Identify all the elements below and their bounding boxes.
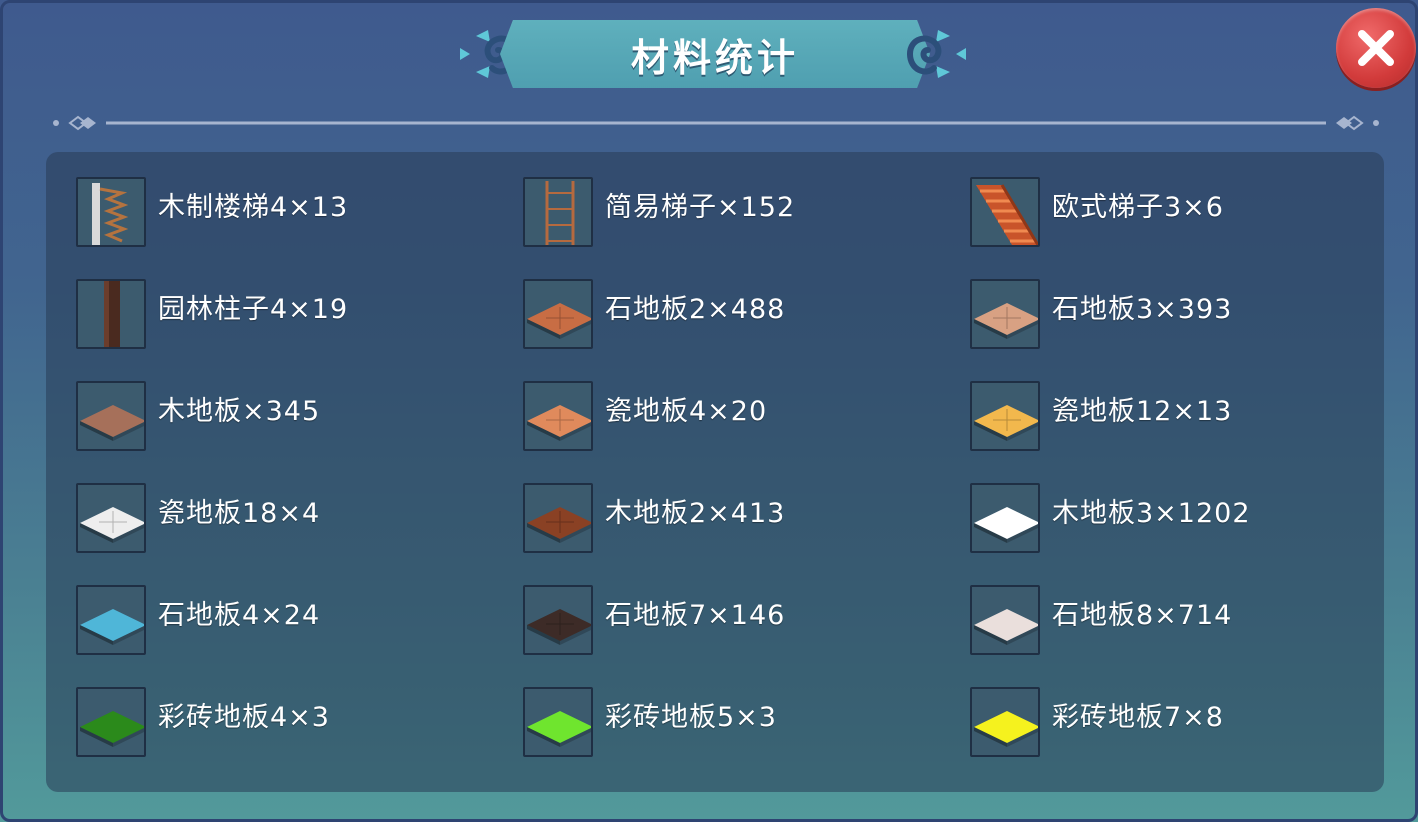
floor-tile-icon [970, 381, 1040, 451]
material-label: 石地板3×393 [1052, 294, 1233, 325]
floor-tile-icon [970, 483, 1040, 553]
floor-tile-icon [523, 585, 593, 655]
material-item: 瓷地板12×13 [970, 381, 1410, 483]
floor-tile-icon [523, 279, 593, 349]
material-item: 石地板8×714 [970, 585, 1410, 687]
materials-grid: 木制楼梯4×13 简易梯子×152 欧式梯子3×6 园林柱子4×19 石地板2×488 石… [76, 177, 1410, 789]
floor-tile-icon [970, 687, 1040, 757]
material-item: 园林柱子4×19 [76, 279, 523, 381]
floor-tile-icon [523, 687, 593, 757]
material-label: 木地板3×1202 [1052, 498, 1251, 529]
dialog-title: 材料统计 [630, 35, 799, 80]
title-banner: 材料统计 [500, 20, 930, 88]
material-label: 彩砖地板4×3 [158, 702, 330, 733]
floor-tile-icon [970, 279, 1040, 349]
material-item: 简易梯子×152 [523, 177, 970, 279]
material-item: 木地板2×413 [523, 483, 970, 585]
header-divider [53, 115, 1379, 131]
material-label: 瓷地板4×20 [605, 396, 768, 427]
material-item: 石地板3×393 [970, 279, 1410, 381]
material-label: 木地板×345 [158, 396, 321, 427]
material-item: 石地板7×146 [523, 585, 970, 687]
floor-tile-icon [76, 381, 146, 451]
material-item: 石地板4×24 [76, 585, 523, 687]
material-label: 彩砖地板5×3 [605, 702, 777, 733]
material-item: 木地板3×1202 [970, 483, 1410, 585]
material-item: 木地板×345 [76, 381, 523, 483]
material-item: 彩砖地板4×3 [76, 687, 523, 789]
floor-tile-icon [76, 483, 146, 553]
ladder-icon [523, 177, 593, 247]
material-label: 瓷地板12×13 [1052, 396, 1233, 427]
material-item: 欧式梯子3×6 [970, 177, 1410, 279]
material-label: 园林柱子4×19 [158, 294, 349, 325]
material-label: 石地板4×24 [158, 600, 321, 631]
material-item: 石地板2×488 [523, 279, 970, 381]
material-item: 瓷地板4×20 [523, 381, 970, 483]
material-label: 木地板2×413 [605, 498, 786, 529]
floor-tile-icon [76, 585, 146, 655]
material-item: 木制楼梯4×13 [76, 177, 523, 279]
floor-tile-icon [523, 483, 593, 553]
euro-stair-icon [970, 177, 1040, 247]
floor-tile-icon [523, 381, 593, 451]
pillar-icon [76, 279, 146, 349]
close-button[interactable] [1336, 8, 1416, 88]
close-icon [1358, 30, 1394, 66]
material-item: 瓷地板18×4 [76, 483, 523, 585]
material-label: 石地板2×488 [605, 294, 786, 325]
materials-panel: 木制楼梯4×13 简易梯子×152 欧式梯子3×6 园林柱子4×19 石地板2×488 石… [46, 152, 1384, 792]
swirl-ornament-right-icon [907, 30, 966, 78]
material-label: 木制楼梯4×13 [158, 192, 349, 223]
material-label: 瓷地板18×4 [158, 498, 321, 529]
material-label: 石地板8×714 [1052, 600, 1233, 631]
material-label: 石地板7×146 [605, 600, 786, 631]
material-item: 彩砖地板5×3 [523, 687, 970, 789]
floor-tile-icon [76, 687, 146, 757]
spiral-stair-icon [76, 177, 146, 247]
material-label: 欧式梯子3×6 [1052, 192, 1224, 223]
material-label: 彩砖地板7×8 [1052, 702, 1224, 733]
floor-tile-icon [970, 585, 1040, 655]
material-item: 彩砖地板7×8 [970, 687, 1410, 789]
material-label: 简易梯子×152 [605, 192, 796, 223]
